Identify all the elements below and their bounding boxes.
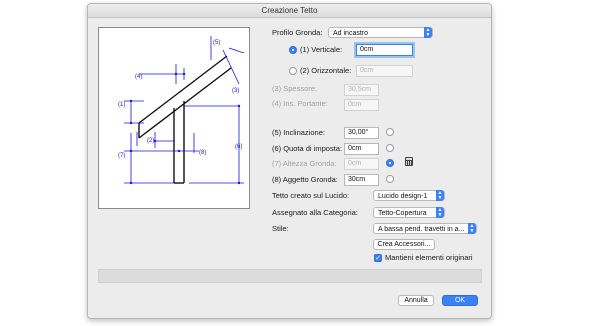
profilo-gronda-label: Profilo Gronda: [272,28,323,37]
verticale-radio[interactable] [289,46,297,54]
calculator-icon[interactable] [405,157,413,166]
spessore-label: (3) Spessore: [272,84,318,93]
inclinazione-label: (5) Inclinazione: [272,128,325,137]
categoria-select[interactable]: Tetto-Copertura ▲ ▼ [373,207,445,218]
crea-accessori-button[interactable]: Crea Accessori... [373,239,435,250]
profilo-gronda-value: Ad incastro [333,30,369,37]
diagram-label-1: (1) [118,102,125,108]
diagram-label-3: (3) [232,88,239,94]
chevron-updown-icon: ▲ ▼ [468,222,476,234]
cancel-button[interactable]: Annulla [398,295,434,306]
status-bar [98,269,482,283]
aggetto-gronda-radio[interactable] [386,175,394,183]
window-title: Creazione Tetto [88,4,491,18]
ok-button[interactable]: OK [442,295,478,306]
orizzontale-label: (2) Orizzontale: [300,66,352,75]
stile-select[interactable]: A bassa pend. travetti in a... ▲ ▼ [373,223,477,234]
diagram-label-8: (8) [199,150,206,156]
quota-imposta-label: (6) Quota di imposta: [272,144,343,153]
roof-creation-dialog: Creazione Tetto (5) (4) (3) (1) (2) (7) … [87,3,492,319]
lucido-value: Lucido design-1 [378,193,428,200]
stile-label: Stile: [272,224,289,233]
altezza-gronda-input[interactable]: 0cm [344,158,379,170]
categoria-value: Tetto-Copertura [378,210,427,217]
quota-imposta-input[interactable]: 0cm [344,143,379,155]
profilo-gronda-select[interactable]: Ad incastro ▲ ▼ [328,27,433,38]
stile-value: A bassa pend. travetti in a... [378,226,465,233]
inclinazione-input[interactable]: 30,00° [344,127,379,139]
altezza-gronda-label: (7) Altezza Gronda: [272,159,337,168]
chevron-updown-icon: ▲ ▼ [424,26,432,38]
mantieni-checkbox[interactable]: ✓ [374,254,382,262]
lucido-label: Tetto creato sul Lucido: [272,191,350,200]
quota-imposta-radio[interactable] [386,144,394,152]
diagram-label-4: (4) [135,74,142,80]
orizzontale-input[interactable]: 0cm [356,65,413,77]
diagram-label-6: (6) [235,144,242,150]
inclinazione-radio[interactable] [386,128,394,136]
orizzontale-radio[interactable] [289,67,297,75]
altezza-gronda-radio[interactable] [386,159,394,167]
ins-portante-label: (4) Ins. Portante: [272,99,328,108]
diagram-label-5: (5) [213,40,220,46]
verticale-input[interactable]: 0cm [356,44,413,56]
verticale-label: (1) Verticale: [300,45,343,54]
mantieni-label: Mantieni elementi originari [385,253,473,262]
diagram-label-2: (2) [147,138,154,144]
chevron-updown-icon: ▲ ▼ [436,206,444,218]
aggetto-gronda-label: (8) Aggetto Gronda: [272,175,338,184]
roof-section-drawing: (5) (4) (3) (1) (2) (7) (6) (8) [118,36,245,185]
chevron-updown-icon: ▲ ▼ [436,189,444,201]
categoria-label: Assegnato alla Categoria: [272,208,358,217]
lucido-select[interactable]: Lucido design-1 ▲ ▼ [373,190,445,201]
diagram-label-7: (7) [118,153,125,159]
ins-portante-input[interactable]: 0cm [344,99,379,111]
roof-profile-diagram: (5) (4) (3) (1) (2) (7) (6) (8) [98,27,250,209]
aggetto-gronda-input[interactable]: 30cm [344,174,379,186]
spessore-input[interactable]: 30,5cm [344,84,379,96]
